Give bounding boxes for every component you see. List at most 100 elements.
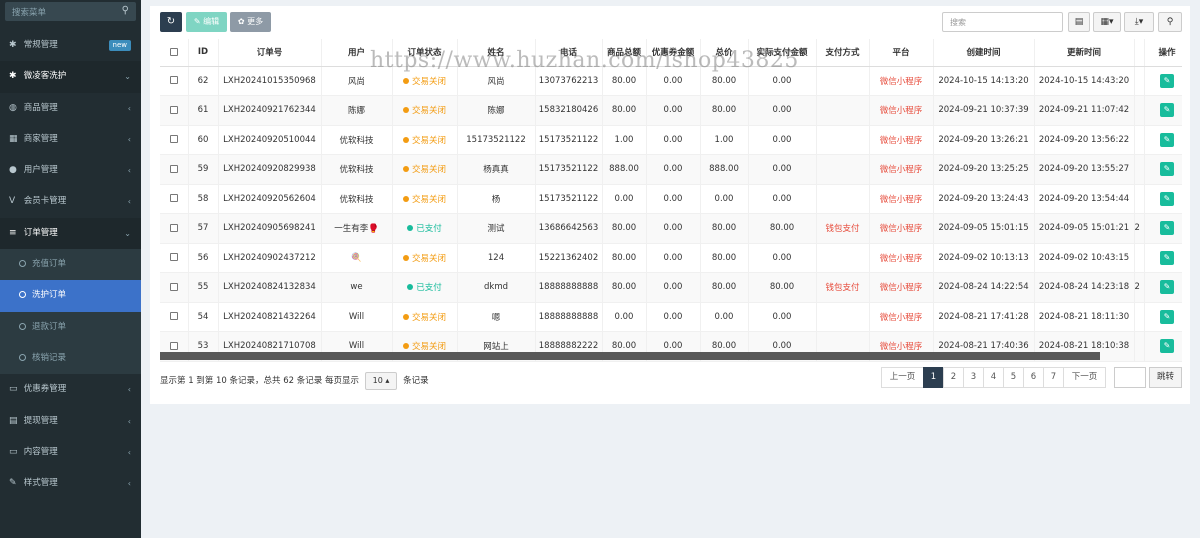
table-search-field[interactable]: [942, 12, 1063, 32]
cell-select[interactable]: [160, 184, 189, 214]
cell-select[interactable]: [160, 154, 189, 185]
cell-select[interactable]: [160, 272, 189, 303]
row-checkbox[interactable]: [169, 253, 178, 262]
edit-row-button[interactable]: ✎: [1160, 339, 1174, 354]
page-button[interactable]: 1: [923, 367, 944, 388]
table-row[interactable]: 59 LXH20240920829938 优软科技 交易关闭 杨真真 1517352112…: [160, 154, 1182, 185]
row-checkbox[interactable]: [169, 341, 178, 350]
edit-button[interactable]: ✎ 编辑: [186, 12, 227, 32]
sidebar-item-goods[interactable]: ◍ 商品管理 ‹: [0, 93, 141, 124]
sidebar-item-membership[interactable]: V 会员卡管理 ‹: [0, 186, 141, 217]
table-row[interactable]: 61 LXH20240921762344 陈娜 交易关闭 陈娜 15832180426 80…: [160, 95, 1182, 126]
page-button[interactable]: 6: [1023, 367, 1044, 388]
refresh-button[interactable]: ↻: [160, 12, 182, 32]
sidebar-item-orders[interactable]: ≡ 订单管理 ⌄: [0, 217, 141, 250]
cell-select[interactable]: [160, 95, 189, 126]
row-checkbox[interactable]: [169, 164, 178, 173]
column-header[interactable]: 商品总额: [602, 39, 647, 67]
column-header[interactable]: 创建时间: [933, 39, 1035, 67]
row-checkbox[interactable]: [169, 194, 178, 203]
cell-select[interactable]: [160, 213, 189, 244]
cell-select[interactable]: [160, 66, 189, 96]
row-checkbox[interactable]: [169, 223, 178, 232]
table-row[interactable]: 58 LXH20240920562604 优软科技 交易关闭杨 15173521122 0…: [160, 184, 1182, 214]
row-checkbox[interactable]: [169, 135, 178, 144]
sidebar-subitem-verification-records[interactable]: 核销记录: [0, 342, 141, 375]
row-checkbox[interactable]: [169, 105, 178, 114]
sidebar-item-users[interactable]: ● 用户管理 ‹: [0, 155, 141, 186]
edit-row-button[interactable]: ✎: [1160, 132, 1174, 147]
sidebar-search-input[interactable]: 搜索菜单 ⚲: [5, 2, 136, 21]
page-button[interactable]: 7: [1043, 367, 1064, 388]
sidebar-subitem-recharge-orders[interactable]: 充值订单: [0, 249, 141, 281]
column-header[interactable]: 优惠券金额: [646, 39, 701, 67]
pagination-info-prefix: 显示第 1 到第 10 条记录，总共 62 条记录 每页显示: [160, 376, 359, 386]
sidebar-subitem-laundry-orders[interactable]: 洗护订单: [0, 280, 141, 312]
column-header[interactable]: 实际支付金额: [748, 39, 817, 67]
column-header[interactable]: 电话: [535, 39, 603, 67]
export-dropdown-button[interactable]: ⤓▾: [1124, 12, 1154, 32]
edit-row-button[interactable]: ✎: [1160, 309, 1174, 324]
column-header[interactable]: ID: [188, 39, 219, 67]
column-header[interactable]: 更新时间: [1034, 39, 1135, 67]
table-row[interactable]: 55 LXH20240824132834 we 已支付 dkmd 18888888888 8…: [160, 272, 1182, 303]
row-checkbox[interactable]: [169, 76, 178, 85]
column-header[interactable]: 订单状态: [392, 39, 458, 67]
sidebar-item-merchants[interactable]: ▦ 商家管理 ‹: [0, 124, 141, 155]
cell-select[interactable]: [160, 243, 189, 273]
prev-page-button[interactable]: 上一页: [881, 367, 924, 388]
page-size-dropdown[interactable]: 10 ▴: [364, 372, 398, 390]
edit-row-button[interactable]: ✎: [1160, 162, 1174, 177]
more-button[interactable]: ✿ 更多: [230, 12, 271, 32]
sidebar-subitem-refund-orders[interactable]: 退款订单: [0, 311, 141, 343]
column-header[interactable]: 支付方式: [816, 39, 870, 67]
edit-row-button[interactable]: ✎: [1160, 103, 1174, 118]
page-button[interactable]: 2: [943, 367, 964, 388]
column-header[interactable]: 平台: [869, 39, 934, 67]
edit-row-button[interactable]: ✎: [1160, 280, 1174, 295]
page-button[interactable]: 4: [983, 367, 1004, 388]
cell-select[interactable]: [160, 302, 189, 332]
search-icon[interactable]: ⚲: [122, 5, 129, 16]
edit-row-button[interactable]: ✎: [1160, 191, 1174, 206]
sidebar-item-label: 微凌客洗护: [23, 71, 67, 82]
jump-button[interactable]: 跳转: [1149, 367, 1182, 388]
table-row[interactable]: 62 LXH20241015350968 风尚 交易关闭 风尚 13073762213 80…: [160, 66, 1182, 96]
cell-pay-method: [816, 66, 870, 96]
table-row[interactable]: 56 LXH20240902437212 🍭 交易关闭 124 15221362402 80…: [160, 243, 1182, 273]
cell-pay-method: 钱包支付: [816, 272, 870, 303]
sidebar-item-styles[interactable]: ✎ 样式管理 ‹: [0, 468, 141, 499]
page-button[interactable]: 3: [963, 367, 984, 388]
select-all-checkbox[interactable]: [169, 47, 178, 56]
sidebar-item-withdrawals[interactable]: ▤ 提现管理 ‹: [0, 406, 141, 437]
table-row[interactable]: 60 LXH20240920510044 优软科技 交易关闭 15173521122 15…: [160, 125, 1182, 155]
toggle-view-button[interactable]: ▤: [1068, 12, 1090, 32]
select-all-header[interactable]: [160, 39, 189, 67]
sidebar-item-laundry[interactable]: ✱ 微凌客洗护 ⌄: [0, 61, 141, 93]
edit-row-button[interactable]: ✎: [1160, 73, 1174, 88]
row-checkbox[interactable]: [169, 312, 178, 321]
columns-dropdown-button[interactable]: ▦▾: [1093, 12, 1121, 32]
jump-page-input[interactable]: [1114, 367, 1146, 388]
column-header[interactable]: 用户: [321, 39, 393, 67]
column-header[interactable]: 订单号: [218, 39, 322, 67]
cell-order-no: LXH20241015350968: [218, 66, 322, 96]
horizontal-scrollbar[interactable]: [160, 352, 1100, 360]
table-row[interactable]: 54 LXH20240821432264 Will 交易关闭嗯 18888888888 0…: [160, 302, 1182, 332]
cell-coupon: 0.00: [646, 154, 701, 185]
edit-row-button[interactable]: ✎: [1160, 250, 1174, 265]
sidebar-item-content[interactable]: ▭ 内容管理 ‹: [0, 437, 141, 468]
cell-select[interactable]: [160, 125, 189, 155]
page-button[interactable]: 5: [1003, 367, 1024, 388]
column-header: [1134, 39, 1145, 67]
column-header[interactable]: 姓名: [457, 39, 536, 67]
sidebar-item-coupons[interactable]: ▭ 优惠券管理 ‹: [0, 374, 141, 405]
table-row[interactable]: 57 LXH20240905698241 一生有李🥊 已支付 测试 13686642563…: [160, 213, 1182, 244]
advanced-search-button[interactable]: ⚲: [1158, 12, 1182, 32]
table-search-input[interactable]: [943, 13, 1062, 31]
next-page-button[interactable]: 下一页: [1063, 367, 1106, 388]
sidebar-item-general[interactable]: ✱ 常规管理 new: [0, 30, 141, 61]
row-checkbox[interactable]: [169, 282, 178, 291]
column-header[interactable]: 总价: [700, 39, 749, 67]
edit-row-button[interactable]: ✎: [1160, 221, 1174, 236]
